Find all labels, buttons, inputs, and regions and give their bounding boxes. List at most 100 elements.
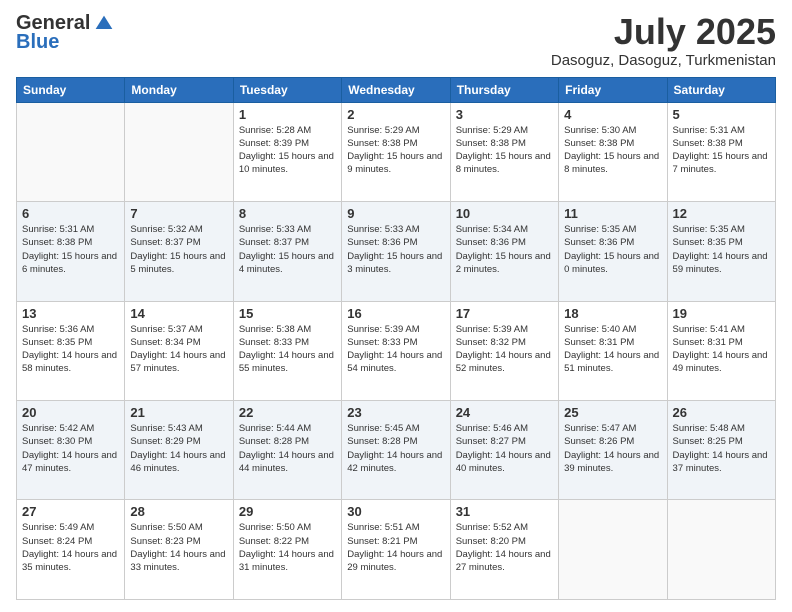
calendar-cell: 20 Sunrise: 5:42 AM Sunset: 8:30 PM Dayli… <box>17 401 125 500</box>
day-info: Sunrise: 5:50 AM Sunset: 8:22 PM Dayligh… <box>239 521 336 574</box>
calendar-cell: 26 Sunrise: 5:48 AM Sunset: 8:25 PM Dayli… <box>667 401 775 500</box>
calendar-cell: 18 Sunrise: 5:40 AM Sunset: 8:31 PM Dayli… <box>559 301 667 400</box>
day-info: Sunrise: 5:34 AM Sunset: 8:36 PM Dayligh… <box>456 223 553 276</box>
day-info: Sunrise: 5:42 AM Sunset: 8:30 PM Dayligh… <box>22 422 119 475</box>
day-number: 21 <box>130 405 227 420</box>
calendar-header-friday: Friday <box>559 77 667 102</box>
day-info: Sunrise: 5:28 AM Sunset: 8:39 PM Dayligh… <box>239 124 336 177</box>
calendar-week-row: 13Sunrise: 5:36 AM Sunset: 8:35 PM Dayli… <box>17 301 776 400</box>
day-info: Sunrise: 5:35 AM Sunset: 8:36 PM Dayligh… <box>564 223 661 276</box>
day-info: Sunrise: 5:30 AM Sunset: 8:38 PM Dayligh… <box>564 124 661 177</box>
calendar-cell: 4Sunrise: 5:30 AM Sunset: 8:38 PM Daylig… <box>559 102 667 201</box>
calendar-cell: 10Sunrise: 5:34 AM Sunset: 8:36 PM Dayli… <box>450 202 558 301</box>
day-info: Sunrise: 5:49 AM Sunset: 8:24 PM Dayligh… <box>22 521 119 574</box>
day-number: 8 <box>239 206 336 221</box>
logo-blue: Blue <box>16 31 59 54</box>
calendar-cell: 1 Sunrise: 5:28 AM Sunset: 8:39 PM Daylig… <box>233 102 341 201</box>
day-number: 11 <box>564 206 661 221</box>
day-number: 23 <box>347 405 444 420</box>
calendar-cell: 3 Sunrise: 5:29 AM Sunset: 8:38 PM Daylig… <box>450 102 558 201</box>
day-info: Sunrise: 5:37 AM Sunset: 8:34 PM Dayligh… <box>130 323 227 376</box>
logo-icon <box>94 14 114 34</box>
calendar-header-monday: Monday <box>125 77 233 102</box>
month-title: July 2025 <box>551 12 776 52</box>
calendar-cell: 23 Sunrise: 5:45 AM Sunset: 8:28 PM Dayli… <box>342 401 450 500</box>
day-info: Sunrise: 5:33 AM Sunset: 8:36 PM Dayligh… <box>347 223 444 276</box>
day-number: 3 <box>456 107 553 122</box>
location-title: Dasoguz, Dasoguz, Turkmenistan <box>551 52 776 69</box>
calendar-cell <box>17 102 125 201</box>
day-number: 22 <box>239 405 336 420</box>
day-number: 7 <box>130 206 227 221</box>
day-number: 18 <box>564 306 661 321</box>
day-number: 24 <box>456 405 553 420</box>
calendar-cell: 13Sunrise: 5:36 AM Sunset: 8:35 PM Dayli… <box>17 301 125 400</box>
calendar-header-sunday: Sunday <box>17 77 125 102</box>
day-info: Sunrise: 5:29 AM Sunset: 8:38 PM Dayligh… <box>456 124 553 177</box>
calendar-header-saturday: Saturday <box>667 77 775 102</box>
calendar-cell: 14 Sunrise: 5:37 AM Sunset: 8:34 PM Dayli… <box>125 301 233 400</box>
day-number: 16 <box>347 306 444 321</box>
day-number: 19 <box>673 306 770 321</box>
calendar-cell: 24 Sunrise: 5:46 AM Sunset: 8:27 PM Dayli… <box>450 401 558 500</box>
day-number: 1 <box>239 107 336 122</box>
calendar-cell: 30 Sunrise: 5:51 AM Sunset: 8:21 PM Dayli… <box>342 500 450 600</box>
calendar-cell: 29 Sunrise: 5:50 AM Sunset: 8:22 PM Dayli… <box>233 500 341 600</box>
day-info: Sunrise: 5:32 AM Sunset: 8:37 PM Dayligh… <box>130 223 227 276</box>
calendar-cell: 28 Sunrise: 5:50 AM Sunset: 8:23 PM Dayli… <box>125 500 233 600</box>
calendar-cell: 12Sunrise: 5:35 AM Sunset: 8:35 PM Dayli… <box>667 202 775 301</box>
day-number: 25 <box>564 405 661 420</box>
calendar-cell: 15Sunrise: 5:38 AM Sunset: 8:33 PM Dayli… <box>233 301 341 400</box>
calendar-cell: 19 Sunrise: 5:41 AM Sunset: 8:31 PM Dayli… <box>667 301 775 400</box>
calendar-cell: 5 Sunrise: 5:31 AM Sunset: 8:38 PM Daylig… <box>667 102 775 201</box>
day-info: Sunrise: 5:47 AM Sunset: 8:26 PM Dayligh… <box>564 422 661 475</box>
day-info: Sunrise: 5:41 AM Sunset: 8:31 PM Dayligh… <box>673 323 770 376</box>
header: General Blue July 2025 Dasoguz, Dasoguz,… <box>16 12 776 69</box>
calendar-cell <box>125 102 233 201</box>
day-info: Sunrise: 5:44 AM Sunset: 8:28 PM Dayligh… <box>239 422 336 475</box>
day-number: 5 <box>673 107 770 122</box>
calendar-table: SundayMondayTuesdayWednesdayThursdayFrid… <box>16 77 776 600</box>
day-info: Sunrise: 5:43 AM Sunset: 8:29 PM Dayligh… <box>130 422 227 475</box>
day-number: 30 <box>347 504 444 519</box>
day-number: 26 <box>673 405 770 420</box>
title-section: July 2025 Dasoguz, Dasoguz, Turkmenistan <box>551 12 776 69</box>
calendar-header-row: SundayMondayTuesdayWednesdayThursdayFrid… <box>17 77 776 102</box>
calendar-header-tuesday: Tuesday <box>233 77 341 102</box>
day-number: 14 <box>130 306 227 321</box>
calendar-cell: 7 Sunrise: 5:32 AM Sunset: 8:37 PM Daylig… <box>125 202 233 301</box>
calendar-header-wednesday: Wednesday <box>342 77 450 102</box>
page: General Blue July 2025 Dasoguz, Dasoguz,… <box>0 0 792 612</box>
day-info: Sunrise: 5:31 AM Sunset: 8:38 PM Dayligh… <box>673 124 770 177</box>
calendar-week-row: 20 Sunrise: 5:42 AM Sunset: 8:30 PM Dayli… <box>17 401 776 500</box>
day-info: Sunrise: 5:50 AM Sunset: 8:23 PM Dayligh… <box>130 521 227 574</box>
day-info: Sunrise: 5:51 AM Sunset: 8:21 PM Dayligh… <box>347 521 444 574</box>
calendar-cell: 9Sunrise: 5:33 AM Sunset: 8:36 PM Daylig… <box>342 202 450 301</box>
calendar-week-row: 6 Sunrise: 5:31 AM Sunset: 8:38 PM Daylig… <box>17 202 776 301</box>
day-info: Sunrise: 5:40 AM Sunset: 8:31 PM Dayligh… <box>564 323 661 376</box>
day-info: Sunrise: 5:46 AM Sunset: 8:27 PM Dayligh… <box>456 422 553 475</box>
day-info: Sunrise: 5:36 AM Sunset: 8:35 PM Dayligh… <box>22 323 119 376</box>
day-number: 2 <box>347 107 444 122</box>
day-info: Sunrise: 5:48 AM Sunset: 8:25 PM Dayligh… <box>673 422 770 475</box>
day-number: 17 <box>456 306 553 321</box>
day-number: 6 <box>22 206 119 221</box>
calendar-week-row: 27 Sunrise: 5:49 AM Sunset: 8:24 PM Dayli… <box>17 500 776 600</box>
calendar-cell <box>667 500 775 600</box>
day-info: Sunrise: 5:29 AM Sunset: 8:38 PM Dayligh… <box>347 124 444 177</box>
day-info: Sunrise: 5:31 AM Sunset: 8:38 PM Dayligh… <box>22 223 119 276</box>
day-number: 29 <box>239 504 336 519</box>
calendar-cell: 2 Sunrise: 5:29 AM Sunset: 8:38 PM Daylig… <box>342 102 450 201</box>
calendar-week-row: 1 Sunrise: 5:28 AM Sunset: 8:39 PM Daylig… <box>17 102 776 201</box>
calendar-cell: 31Sunrise: 5:52 AM Sunset: 8:20 PM Dayli… <box>450 500 558 600</box>
calendar-cell: 11 Sunrise: 5:35 AM Sunset: 8:36 PM Dayli… <box>559 202 667 301</box>
day-number: 28 <box>130 504 227 519</box>
calendar-cell: 16Sunrise: 5:39 AM Sunset: 8:33 PM Dayli… <box>342 301 450 400</box>
calendar-cell: 17 Sunrise: 5:39 AM Sunset: 8:32 PM Dayli… <box>450 301 558 400</box>
day-info: Sunrise: 5:45 AM Sunset: 8:28 PM Dayligh… <box>347 422 444 475</box>
day-number: 20 <box>22 405 119 420</box>
calendar-cell: 21 Sunrise: 5:43 AM Sunset: 8:29 PM Dayli… <box>125 401 233 500</box>
day-number: 27 <box>22 504 119 519</box>
day-number: 15 <box>239 306 336 321</box>
day-info: Sunrise: 5:39 AM Sunset: 8:32 PM Dayligh… <box>456 323 553 376</box>
